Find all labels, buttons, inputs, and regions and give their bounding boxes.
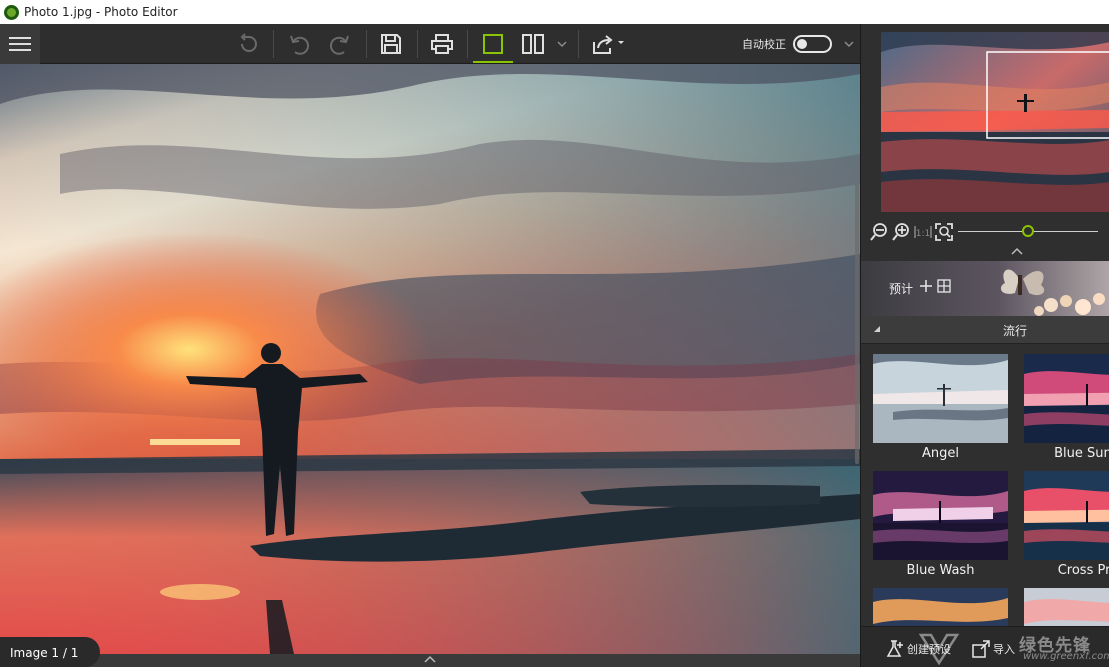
collapse-triangle-icon [874,326,880,332]
preset-blue-wash[interactable]: Blue Wash [873,471,1011,578]
chevron-up-icon[interactable] [424,655,436,663]
print-button[interactable] [427,24,457,64]
preset-name: Blue Wash [906,563,975,578]
undo-button[interactable] [284,24,314,64]
single-view-icon [483,34,503,54]
toolbar-more-dropdown[interactable] [842,24,856,64]
preset-thumbnail [1024,588,1109,626]
toolbar-separator [366,30,367,58]
photo-editor-window: Photo 1.jpg - Photo Editor 自动校正 Image 1 … [0,0,1109,667]
watermark-logo-icon [919,633,959,665]
zoom-controls: 1:1 [861,219,1109,243]
toolbar-separator [578,30,579,58]
toolbar-separator [417,30,418,58]
chevron-up-icon[interactable] [1011,247,1023,255]
actual-size-icon[interactable]: 1:1 [913,222,933,242]
grid-view-icon[interactable] [937,279,951,293]
preset-thumbnail [873,354,1008,443]
share-icon [593,35,624,54]
right-panel: 1:1 预计 流行 Angel Blue Su Blue Wash Cross … [860,24,1109,667]
compare-view-button[interactable] [518,24,548,64]
compare-view-icon [522,34,544,54]
zoom-in-icon[interactable] [891,222,911,242]
save-button[interactable] [376,24,406,64]
app-logo-icon [4,4,19,20]
preset-angel[interactable]: Angel [873,354,1011,461]
zoom-slider-knob[interactable] [1022,225,1034,237]
sunset-photo [0,64,860,654]
undo-icon [290,35,310,55]
redo-button[interactable] [325,24,355,64]
site-watermark: 绿色先锋 www.greenxf.com [911,627,1109,667]
preset-thumbnail [1024,354,1109,443]
preset-thumbnail [873,588,1008,626]
toolbar-separator [273,30,274,58]
autocorrect-toggle[interactable] [793,35,832,53]
preset-name: Blue Summ [1054,446,1109,461]
autocorrect-label: 自动校正 [742,38,786,51]
preset-category-header[interactable]: 流行 [861,316,1109,344]
navigator-thumbnail [881,32,1109,212]
zoom-out-icon[interactable] [869,222,889,242]
share-button[interactable] [588,24,628,64]
single-view-button[interactable] [478,24,508,64]
menu-icon [9,37,31,51]
toggle-knob [797,39,807,49]
preset-thumbnail [1024,471,1109,560]
redo-icon [329,35,349,55]
fit-to-window-icon[interactable] [934,222,954,242]
window-title: Photo 1.jpg - Photo Editor [24,5,178,19]
presets-label: 预计 [889,282,914,296]
title-bar: Photo 1.jpg - Photo Editor [0,0,1109,24]
svg-text:1:1: 1:1 [916,229,930,239]
flask-plus-icon[interactable] [885,639,905,659]
image-counter: Image 1 / 1 [0,637,100,667]
preset-name: Angel [922,446,959,461]
chevron-down-icon [557,41,567,47]
preset-footer: 创建预设 导入 绿色先锋 www.greenxf.com [861,626,1109,667]
preset-thumbnail-partial[interactable] [873,588,1011,626]
rotate-icon [240,33,257,52]
menu-button[interactable] [0,24,40,64]
navigator-preview[interactable] [881,32,1109,212]
preset-category-label: 流行 [1003,324,1028,338]
presets-banner: 预计 [861,261,1109,316]
chevron-down-icon [844,41,854,47]
save-icon [381,34,401,54]
watermark-url: www.greenxf.com [1023,651,1109,662]
view-mode-dropdown[interactable] [555,24,569,64]
print-icon [431,34,453,54]
toolbar-separator [467,30,468,58]
preset-thumbnail [873,471,1008,560]
preset-cross-process[interactable]: Cross Proc [1024,471,1109,578]
canvas-scrollbar[interactable] [855,184,859,464]
toolbar: 自动校正 [0,24,860,64]
preset-name: Cross Proc [1057,563,1109,578]
preset-blue-summer[interactable]: Blue Summ [1024,354,1109,461]
image-canvas[interactable] [0,64,860,654]
preset-thumbnail-partial[interactable] [1024,588,1109,626]
rotate-button[interactable] [233,24,263,64]
active-view-indicator [473,61,513,63]
add-icon[interactable] [919,279,933,293]
